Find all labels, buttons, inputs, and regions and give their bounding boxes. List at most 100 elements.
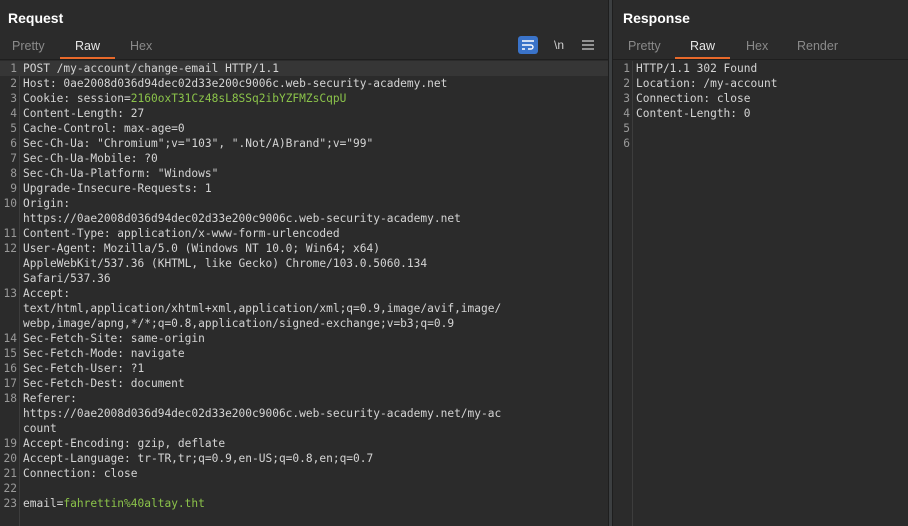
line-number: 5 — [623, 122, 630, 135]
code-line[interactable]: 3 Cookie: session=2160oxT31Cz48sL8SSq2ibY… — [0, 91, 608, 106]
line-text: Sec-Fetch-Mode: navigate — [23, 346, 185, 361]
line-content: webp,image/apng,*/*;q=0.8,application/si… — [23, 317, 455, 330]
line-content: Location: /my-account — [636, 77, 778, 90]
code-line[interactable]: 4 Content-Length: 0 — [613, 106, 908, 121]
newline-toggle-button[interactable]: \n — [550, 36, 568, 54]
code-line[interactable]: Safari/537.36 — [0, 271, 608, 286]
line-content: Cookie: session= — [23, 92, 131, 105]
line-text: Sec-Fetch-User: ?1 — [23, 361, 144, 376]
line-number: 12 — [3, 242, 17, 255]
hamburger-menu-icon[interactable] — [580, 36, 596, 54]
code-line[interactable]: 23 email=fahrettin%40altay.tht — [0, 496, 608, 511]
line-content: https://0ae2008d036d94dec02d33e200c9006c… — [23, 407, 502, 420]
code-line[interactable]: 15 Sec-Fetch-Mode: navigate — [0, 346, 608, 361]
code-line[interactable]: 14 Sec-Fetch-Site: same-origin — [0, 331, 608, 346]
line-text: HTTP/1.1 302 Found — [636, 61, 757, 76]
line-number: 17 — [3, 377, 17, 390]
code-line[interactable]: https://0ae2008d036d94dec02d33e200c9006c… — [0, 211, 608, 226]
line-number: 14 — [3, 332, 17, 345]
code-line[interactable]: 17 Sec-Fetch-Dest: document — [0, 376, 608, 391]
code-line[interactable]: count — [0, 421, 608, 436]
code-line[interactable]: 19 Accept-Encoding: gzip, deflate — [0, 436, 608, 451]
code-line[interactable]: https://0ae2008d036d94dec02d33e200c9006c… — [0, 406, 608, 421]
code-line[interactable]: 6 Sec-Ch-Ua: "Chromium";v="103", ".Not/A)… — [0, 136, 608, 151]
line-number: 15 — [3, 347, 17, 360]
line-text: Content-Length: 27 — [23, 106, 144, 121]
code-line[interactable]: 2 Host: 0ae2008d036d94dec02d33e200c9006c.… — [0, 76, 608, 91]
line-text: Location: /my-account — [636, 76, 777, 91]
line-text: webp,image/apng,*/*;q=0.8,application/si… — [23, 316, 454, 331]
line-content: Connection: close — [23, 467, 138, 480]
request-editor[interactable]: 1 POST /my-account/change-email HTTP/1.1 2… — [0, 61, 608, 526]
line-text: Host: 0ae2008d036d94dec02d33e200c9006c.w… — [23, 76, 447, 91]
code-line[interactable]: 8 Sec-Ch-Ua-Platform: "Windows" — [0, 166, 608, 181]
line-content: Accept-Encoding: gzip, deflate — [23, 437, 226, 450]
code-line[interactable]: 1 POST /my-account/change-email HTTP/1.1 — [0, 61, 608, 76]
line-text: AppleWebKit/537.36 (KHTML, like Gecko) C… — [23, 256, 427, 271]
line-text: Content-Type: application/x-www-form-url… — [23, 226, 340, 241]
code-line[interactable]: 4 Content-Length: 27 — [0, 106, 608, 121]
tab-raw[interactable]: Raw — [60, 39, 116, 59]
response-editor[interactable]: 1 HTTP/1.1 302 Found 2 Location: /my-accoun… — [613, 61, 908, 526]
line-number: 6 — [10, 137, 17, 150]
line-content: Upgrade-Insecure-Requests: 1 — [23, 182, 212, 195]
code-line[interactable]: 10 Origin: — [0, 196, 608, 211]
code-line[interactable]: 20 Accept-Language: tr-TR,tr;q=0.9,en-US;… — [0, 451, 608, 466]
code-line[interactable]: 18 Referer: — [0, 391, 608, 406]
line-text: Referer: — [23, 391, 77, 406]
response-panel: Response Pretty Raw Hex Render 1 HTTP/1.1… — [613, 0, 908, 526]
line-content: HTTP/1.1 302 Found — [636, 62, 758, 75]
line-content: Accept-Language: tr-TR,tr;q=0.9,en-US;q=… — [23, 452, 374, 465]
response-title: Response — [623, 10, 690, 26]
code-line[interactable]: 5 Cache-Control: max-age=0 — [0, 121, 608, 136]
code-line[interactable]: 5 — [613, 121, 908, 136]
code-line[interactable]: 6 — [613, 136, 908, 151]
tab-raw[interactable]: Raw — [675, 39, 731, 59]
code-line[interactable]: 9 Upgrade-Insecure-Requests: 1 — [0, 181, 608, 196]
line-text: text/html,application/xhtml+xml,applicat… — [23, 301, 501, 316]
request-panel: Request Pretty Raw Hex \n 1 POST /my-acco… — [0, 0, 608, 526]
line-content: AppleWebKit/537.36 (KHTML, like Gecko) C… — [23, 257, 428, 270]
line-text: POST /my-account/change-email HTTP/1.1 — [23, 61, 279, 76]
line-content: Cache-Control: max-age=0 — [23, 122, 185, 135]
line-content: Sec-Fetch-Dest: document — [23, 377, 185, 390]
tab-render[interactable]: Render — [797, 39, 838, 57]
line-content: Connection: close — [636, 92, 751, 105]
line-text: count — [23, 421, 57, 436]
code-line[interactable]: 21 Connection: close — [0, 466, 608, 481]
line-text: Safari/537.36 — [23, 271, 111, 286]
code-line[interactable]: 13 Accept: — [0, 286, 608, 301]
line-content: email= — [23, 497, 64, 510]
line-content: Host: 0ae2008d036d94dec02d33e200c9006c.w… — [23, 77, 448, 90]
tab-hex[interactable]: Hex — [746, 39, 768, 57]
line-content: Referer: — [23, 392, 77, 405]
tab-pretty[interactable]: Pretty — [628, 39, 661, 57]
request-tabs: Pretty Raw Hex — [0, 37, 608, 60]
line-text: User-Agent: Mozilla/5.0 (Windows NT 10.0… — [23, 241, 380, 256]
line-content: https://0ae2008d036d94dec02d33e200c9006c… — [23, 212, 461, 225]
highlighted-value: fahrettin%40altay.tht — [63, 497, 205, 510]
line-content: Safari/537.36 — [23, 272, 111, 285]
code-line[interactable]: 22 — [0, 481, 608, 496]
tab-hex[interactable]: Hex — [130, 39, 152, 57]
line-number: 13 — [3, 287, 17, 300]
line-text: Sec-Ch-Ua: "Chromium";v="103", ".Not/A)B… — [23, 136, 373, 151]
tab-pretty[interactable]: Pretty — [12, 39, 45, 57]
code-line[interactable]: 11 Content-Type: application/x-www-form-u… — [0, 226, 608, 241]
code-line[interactable]: webp,image/apng,*/*;q=0.8,application/si… — [0, 316, 608, 331]
line-content: POST /my-account/change-email HTTP/1.1 — [23, 62, 279, 75]
line-content: Sec-Fetch-User: ?1 — [23, 362, 145, 375]
code-line[interactable]: 3 Connection: close — [613, 91, 908, 106]
code-line[interactable]: AppleWebKit/537.36 (KHTML, like Gecko) C… — [0, 256, 608, 271]
line-content: Sec-Fetch-Mode: navigate — [23, 347, 185, 360]
code-line[interactable]: 2 Location: /my-account — [613, 76, 908, 91]
code-line[interactable]: 7 Sec-Ch-Ua-Mobile: ?0 — [0, 151, 608, 166]
code-line[interactable]: 1 HTTP/1.1 302 Found — [613, 61, 908, 76]
line-content: Sec-Fetch-Site: same-origin — [23, 332, 205, 345]
wrap-lines-icon[interactable] — [518, 36, 538, 54]
line-content: Content-Length: 0 — [636, 107, 751, 120]
code-line[interactable]: 16 Sec-Fetch-User: ?1 — [0, 361, 608, 376]
code-line[interactable]: 12 User-Agent: Mozilla/5.0 (Windows NT 10… — [0, 241, 608, 256]
code-line[interactable]: text/html,application/xhtml+xml,applicat… — [0, 301, 608, 316]
line-content: Sec-Ch-Ua-Platform: "Windows" — [23, 167, 219, 180]
